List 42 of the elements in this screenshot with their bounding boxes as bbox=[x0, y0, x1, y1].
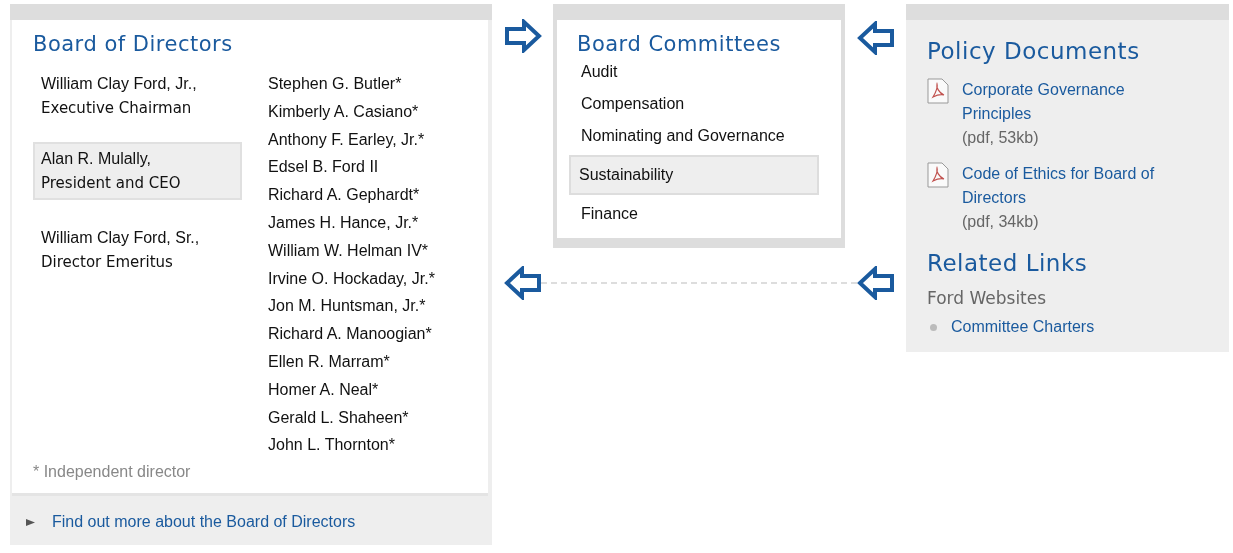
left-arrow-icon bbox=[856, 266, 895, 300]
committee-item[interactable]: Finance bbox=[569, 198, 819, 230]
director-name[interactable]: Edsel B. Ford II bbox=[268, 153, 435, 182]
director-name[interactable]: Jon M. Huntsman, Jr.* bbox=[268, 292, 435, 321]
pdf-file-icon bbox=[927, 78, 949, 104]
committees-heading: Board Committees bbox=[577, 32, 782, 56]
footnote: * Independent director bbox=[33, 463, 192, 482]
right-arrow-icon bbox=[503, 19, 542, 53]
director-name[interactable]: William W. Helman IV* bbox=[268, 236, 435, 265]
more-link[interactable]: Find out more about the Board of Directors bbox=[52, 513, 356, 532]
director-name[interactable]: John L. Thornton* bbox=[268, 431, 435, 460]
board-heading: Board of Directors bbox=[33, 32, 234, 56]
committee-item[interactable]: Sustainability bbox=[569, 155, 819, 195]
related-heading: Related Links bbox=[927, 250, 1089, 276]
file-size: (pdf, 53kb) bbox=[962, 128, 1040, 148]
committee-item[interactable]: Nominating and Governance bbox=[569, 120, 819, 152]
triangle-bullet-icon bbox=[26, 517, 35, 527]
director-name[interactable]: Stephen G. Butler* bbox=[268, 70, 435, 98]
bullet-icon bbox=[930, 323, 937, 331]
director-name[interactable]: Anthony F. Earley, Jr.* bbox=[268, 125, 435, 154]
officer-item[interactable]: William Clay Ford, Jr., Executive Chairman bbox=[33, 70, 242, 122]
subheading: Ford Websites bbox=[927, 288, 1048, 308]
director-name[interactable]: Richard A. Manoogian* bbox=[268, 320, 435, 348]
committee-item[interactable]: Compensation bbox=[569, 88, 819, 120]
policy-heading: Policy Documents bbox=[927, 38, 1141, 64]
committee-item[interactable]: Audit bbox=[569, 56, 819, 88]
director-name[interactable]: James H. Hance, Jr.* bbox=[268, 209, 435, 237]
file-size: (pdf, 34kb) bbox=[962, 212, 1040, 232]
director-name[interactable]: Gerald L. Shaheen* bbox=[268, 403, 435, 432]
director-name[interactable]: Homer A. Neal* bbox=[268, 375, 435, 404]
left-arrow-icon bbox=[856, 21, 895, 55]
pdf-file-icon bbox=[927, 162, 949, 188]
document-link[interactable]: Corporate Governance Principles bbox=[962, 78, 1192, 126]
officer-item[interactable]: Alan R. Mulally, President and CEO bbox=[33, 142, 242, 200]
director-name[interactable]: Kimberly A. Casiano* bbox=[268, 97, 435, 126]
director-name[interactable]: Ellen R. Marram* bbox=[268, 347, 435, 376]
related-link[interactable]: Committee Charters bbox=[951, 318, 1095, 336]
director-name[interactable]: Richard A. Gephardt* bbox=[268, 181, 435, 209]
officer-item[interactable]: William Clay Ford, Sr., Director Emeritus bbox=[33, 224, 242, 276]
left-arrow-icon bbox=[503, 266, 542, 300]
document-link[interactable]: Code of Ethics for Board of Directors bbox=[962, 162, 1192, 210]
director-name[interactable]: Irvine O. Hockaday, Jr.* bbox=[268, 264, 435, 293]
